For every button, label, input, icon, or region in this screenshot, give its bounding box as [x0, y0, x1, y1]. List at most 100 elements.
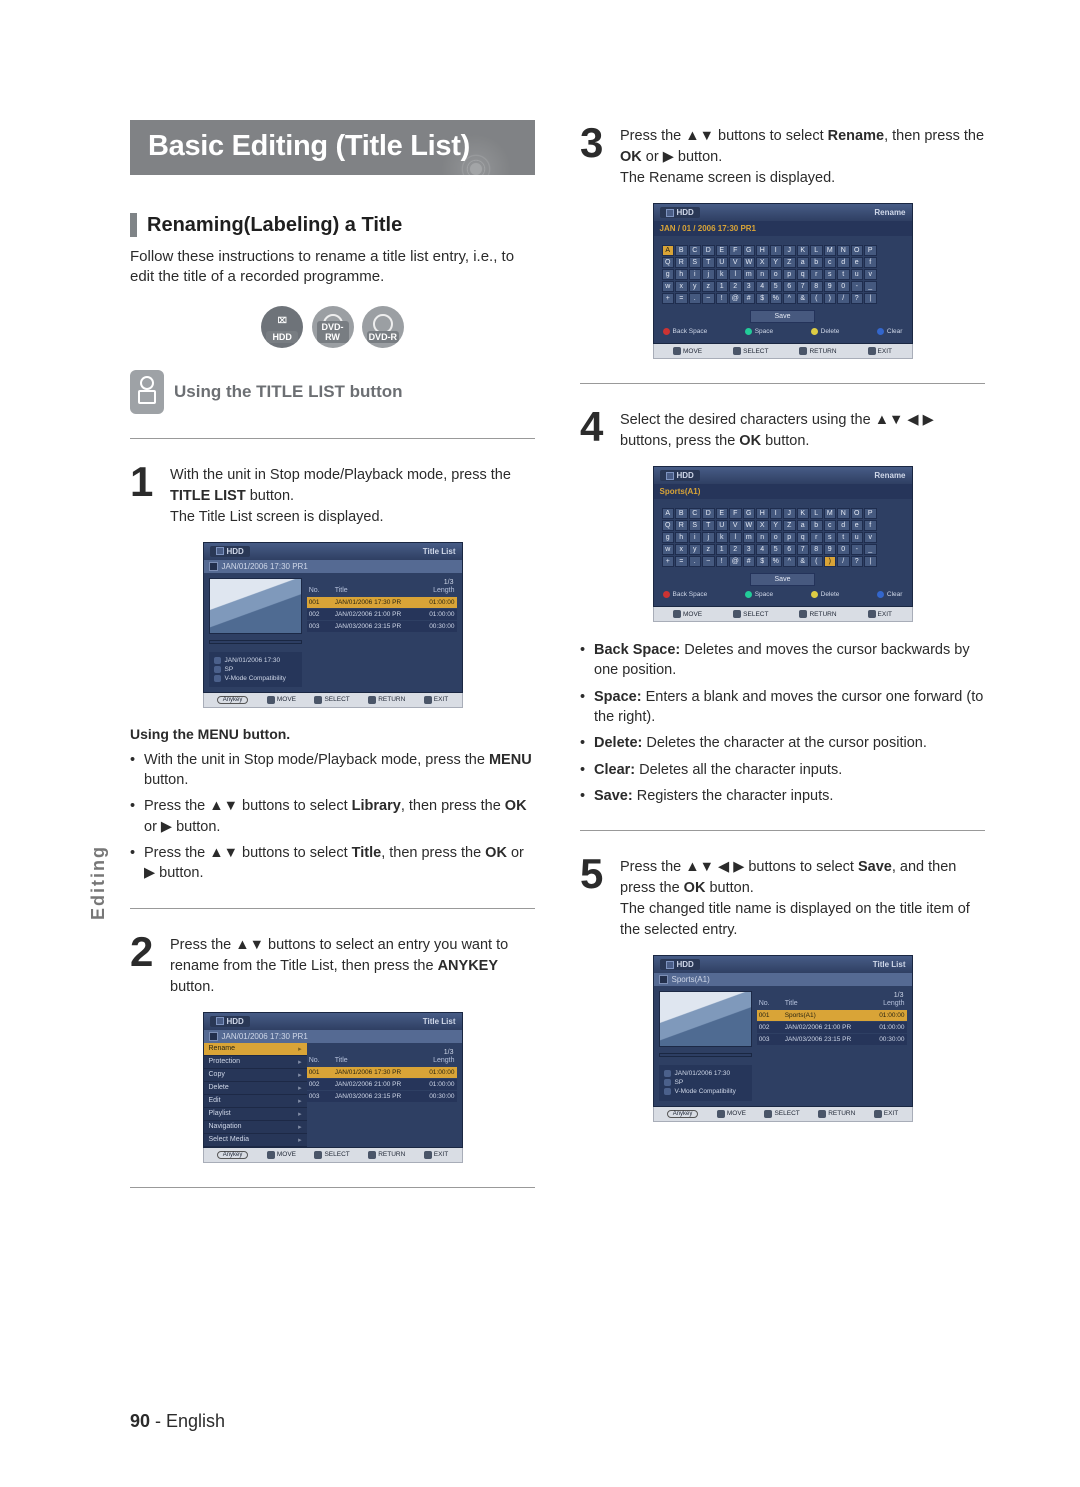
keyboard-key: Y [770, 520, 783, 531]
keyboard-key: z [702, 281, 715, 292]
keyboard-key: h [675, 532, 688, 543]
badge-dvd-rw-label: DVD-RW [317, 321, 349, 343]
table-row: 002JAN/02/2006 21:00 PR01:00:00 [307, 1079, 457, 1090]
divider [130, 908, 535, 909]
keyboard-key: q [797, 269, 810, 280]
keyboard-key: m [743, 532, 756, 543]
keyboard-key: 2 [729, 281, 742, 292]
step-4: 4 Select the desired characters using th… [580, 408, 985, 452]
keyboard-key: C [689, 245, 702, 256]
keyboard-key: k [716, 269, 729, 280]
keyboard-key: ? [851, 556, 864, 567]
keyboard-key: x [675, 281, 688, 292]
osd-rename-keyboard-2: HDD Rename Sports(A1) ABCDEFGHIJKLMNOPQR… [653, 466, 913, 622]
keyboard-key: w [662, 544, 675, 555]
menu-item: Protection▸ [204, 1056, 307, 1069]
keyboard-key: D [702, 508, 715, 519]
keyboard-key: J [783, 245, 796, 256]
keyboard-key: X [756, 257, 769, 268]
keyboard-key: 5 [770, 544, 783, 555]
keyboard-key: P [864, 508, 877, 519]
keyboard-key: U [716, 257, 729, 268]
keyboard-key: x [675, 544, 688, 555]
keyboard-key: 3 [743, 544, 756, 555]
menu-item: Copy▸ [204, 1069, 307, 1082]
step-number: 5 [580, 855, 610, 941]
keyboard-key: V [729, 257, 742, 268]
osd-title-list-1: HDD Title List JAN/01/2006 17:30 PR1 JAN… [203, 542, 463, 708]
keyboard-key: E [716, 245, 729, 256]
step-1: 1 With the unit in Stop mode/Playback mo… [130, 463, 535, 528]
keyboard-key: B [675, 245, 688, 256]
keyboard-key: Z [783, 257, 796, 268]
keyboard-key: . [689, 293, 702, 304]
keyboard-key: $ [756, 293, 769, 304]
keyboard-key: W [743, 257, 756, 268]
keyboard-key: m [743, 269, 756, 280]
step-body: Press the ▲▼ buttons to select an entry … [170, 933, 535, 998]
keyboard-key: M [824, 245, 837, 256]
keyboard-key: o [770, 269, 783, 280]
menu-item: Delete▸ [204, 1082, 307, 1095]
sub-heading-text: Using the TITLE LIST button [174, 382, 403, 402]
keyboard-key: T [702, 257, 715, 268]
keyboard-key: ) [824, 293, 837, 304]
keyboard-key: g [662, 532, 675, 543]
keyboard-key: t [837, 532, 850, 543]
using-menu-heading: Using the MENU button. [130, 726, 535, 742]
table-row: 003JAN/03/2006 23:15 PR00:30:00 [307, 621, 457, 632]
keyboard-key: r [810, 532, 823, 543]
keyboard-key: ~ [702, 293, 715, 304]
keyboard-key: q [797, 532, 810, 543]
keyboard-key: _ [864, 281, 877, 292]
keyboard-key: + [662, 556, 675, 567]
menu-item: Select Media▸ [204, 1134, 307, 1147]
table-row: 002JAN/02/2006 21:00 PR01:00:00 [307, 609, 457, 620]
keyboard-key: - [851, 281, 864, 292]
keyboard-key: / [837, 293, 850, 304]
keyboard-key: # [743, 293, 756, 304]
keyboard-key: i [689, 532, 702, 543]
page-columns: Basic Editing (Title List) Renaming(Labe… [130, 120, 985, 1212]
keyboard-key: = [675, 556, 688, 567]
keyboard-key: o [770, 532, 783, 543]
keyboard-key: G [743, 508, 756, 519]
table-row: 003JAN/03/2006 23:15 PR00:30:00 [757, 1034, 907, 1045]
keyboard-key: | [864, 293, 877, 304]
keyboard-key: N [837, 508, 850, 519]
side-tab-label: Editing [88, 845, 109, 920]
keyboard-key: 9 [824, 544, 837, 555]
keyboard-key: @ [729, 293, 742, 304]
divider [130, 1187, 535, 1188]
keyboard-key: B [675, 508, 688, 519]
keyboard-key: j [702, 532, 715, 543]
keyboard-key: l [729, 532, 742, 543]
keyboard-key: 0 [837, 544, 850, 555]
keyboard-key: 1 [716, 281, 729, 292]
keyboard-key: + [662, 293, 675, 304]
keyboard-key: 3 [743, 281, 756, 292]
keyboard-key: W [743, 520, 756, 531]
keyboard-key: f [864, 257, 877, 268]
keyboard-key: A [662, 245, 675, 256]
keyboard-key: d [837, 257, 850, 268]
keyboard-key: f [864, 520, 877, 531]
right-column: 3 Press the ▲▼ buttons to select Rename,… [580, 120, 985, 1212]
keyboard-key: $ [756, 556, 769, 567]
menu-item: Navigation▸ [204, 1121, 307, 1134]
keyboard-key: k [716, 532, 729, 543]
badge-hdd: ⌧ HDD [261, 306, 303, 348]
menu-item: Playlist▸ [204, 1108, 307, 1121]
keyboard-key: - [851, 544, 864, 555]
menu-item: Edit▸ [204, 1095, 307, 1108]
keyboard-key: p [783, 532, 796, 543]
badge-dvd-r: DVD-R [362, 306, 404, 348]
section-intro: Follow these instructions to rename a ti… [130, 247, 535, 288]
keyboard-key: t [837, 269, 850, 280]
keyboard-key: 5 [770, 281, 783, 292]
keyboard-key: X [756, 520, 769, 531]
keyboard-key: % [770, 293, 783, 304]
divider [580, 383, 985, 384]
remote-icon [130, 370, 164, 414]
keyboard-key: K [797, 508, 810, 519]
